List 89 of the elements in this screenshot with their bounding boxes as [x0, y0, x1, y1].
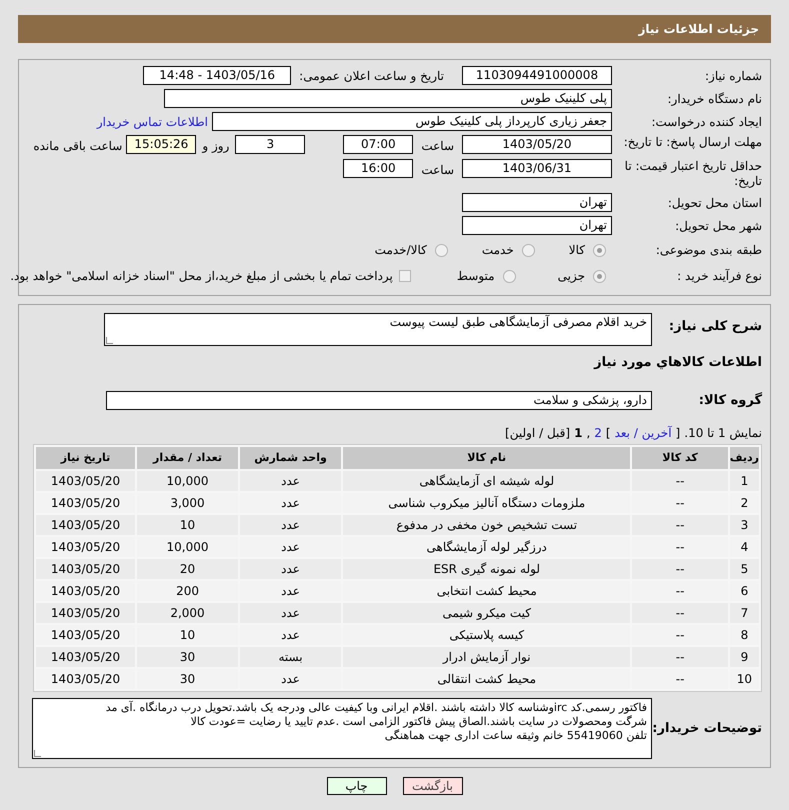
print-button[interactable]: چاپ [326, 777, 386, 795]
table-cell: 10,000 [137, 471, 238, 491]
table-cell: 1403/05/20 [36, 471, 136, 491]
radio-label: متوسط [456, 268, 495, 285]
column-header: تاریخ نیاز [36, 447, 136, 469]
notes-line: تلفن 55419060 خانم وثیقه ساعت اداری جهت هماهنگی [384, 729, 647, 743]
pagination-text: نمایش 1 تا 10. [684, 425, 762, 442]
section-title: اطلاعات کالاهاي مورد نياز [592, 354, 762, 372]
table-cell: 1 [730, 471, 759, 491]
notes-line: شرگت ومحصولات در سایت باشند.الصاق پیش فاکتور الزامی است .عدم تایید یا رضایت =عودت کالا [190, 715, 647, 729]
field-label: توضیحات خریدار: [652, 720, 762, 738]
field-label: حداقل تاریخ اعتبار قیمت: تا تاریخ: [624, 159, 762, 189]
pagination-text: ] [606, 425, 611, 442]
deadline-date-field[interactable]: 1403/05/20 [462, 135, 612, 154]
contact-link[interactable]: اطلاعات تماس خریدار [96, 112, 208, 130]
field-label: گروه کالا: [698, 391, 762, 410]
field-label: مهلت ارسال پاسخ: تا تاریخ: [622, 135, 762, 150]
notes-line: فاکتور رسمی.کد ircوشناسه کالا داشته باشند .اقلام ایرانی وبا کیفیت عالی ودرجه یک باشد.تحویل درب درمانگاه .آی مد [104, 701, 647, 715]
province-field[interactable]: تهران [462, 193, 612, 212]
field-label: ایجاد کننده درخواست: [650, 114, 762, 130]
page-link[interactable]: آخرین / بعد [614, 424, 672, 442]
field-label: نام دستگاه خریدار: [666, 90, 762, 108]
table-cell: لوله نمونه گیری ESR [343, 559, 630, 579]
field-label: شهر محل تحویل: [674, 218, 762, 234]
table-cell: 3 [730, 515, 759, 535]
radio-label: خدمت [482, 242, 514, 259]
deadline-time-field[interactable]: 07:00 [343, 135, 414, 154]
table-cell: -- [632, 559, 728, 579]
radio-label: جزیی [558, 268, 585, 285]
table-cell: 1403/05/20 [36, 647, 136, 667]
column-header: تعداد / مقدار [137, 447, 238, 469]
pagination-text: [قبل / اولین] [505, 425, 570, 442]
radio-label: کالا/خدمت [374, 242, 427, 259]
announce-date-field[interactable]: 1403/05/16 - 14:48 [143, 66, 292, 85]
column-header: واحد شمارش [240, 447, 342, 469]
table-cell: 1403/05/20 [36, 515, 136, 535]
checkbox-label: پرداخت تمام یا بخشی از مبلغ خرید،از محل "اسناد خزانه اسلامی" خواهد بود. [10, 268, 393, 285]
field-label: نوع فرآیند خرید : [676, 268, 762, 285]
table-cell: عدد [240, 515, 342, 535]
city-field[interactable]: تهران [462, 216, 612, 235]
table-cell: -- [632, 515, 728, 535]
validity-time-field[interactable]: 16:00 [343, 159, 414, 178]
table-cell: 1403/05/20 [36, 559, 136, 579]
summary-textarea[interactable]: خرید اقلام مصرفی آزمایشگاهی طبق لیست پیوست [104, 313, 652, 346]
remaining-time-field[interactable]: 15:05:26 [126, 135, 196, 154]
field-label: استان محل تحویل: [666, 194, 762, 212]
back-button[interactable]: بازگشت [402, 777, 462, 795]
creator-field[interactable]: جعفر زیاری کارپرداز پلی کلینیک طوس [212, 112, 612, 131]
column-header: کد کالا [632, 447, 728, 469]
field-label: طبقه بندی موضوعی: [654, 242, 762, 259]
table-cell: 20 [137, 559, 238, 579]
field-label: شرح کلی نیاز: [668, 318, 762, 336]
page-link[interactable]: 2 [594, 424, 602, 442]
table-cell: کیت میکرو شیمی [343, 603, 630, 623]
table-cell: تست تشخیص خون مخفی در مدفوع [343, 515, 630, 535]
table-cell: عدد [240, 559, 342, 579]
column-header: ردیف [730, 447, 759, 469]
buyer-field[interactable]: پلی کلینیک طوس [164, 89, 612, 108]
column-header: نام کالا [343, 447, 630, 469]
table-cell: نوار آزمایش ادرار [343, 647, 630, 667]
current-page: 1 [574, 425, 582, 442]
days-field[interactable]: 3 [235, 135, 306, 154]
field-label: شماره نیاز: [704, 68, 762, 84]
goods-group-field[interactable]: دارو، پزشکی و سلامت [106, 390, 652, 410]
table-cell: 2,000 [137, 603, 238, 623]
pagination-text: [ [676, 425, 680, 442]
field-label: ساعت [421, 162, 454, 179]
field-label: ساعت باقی مانده [33, 138, 122, 155]
table-cell: 7 [730, 603, 759, 623]
table-cell: -- [632, 471, 728, 491]
field-label: روز و [202, 138, 230, 155]
title-bar: جزئیات اطلاعات نیاز [18, 15, 771, 43]
validity-date-field[interactable]: 1403/06/31 [462, 159, 612, 178]
table-cell: لوله شیشه ای آزمایشگاهی [343, 471, 630, 491]
table-cell: عدد [240, 603, 342, 623]
table-cell: عدد [240, 471, 342, 491]
field-label: ساعت [421, 138, 454, 155]
table-cell: -- [632, 603, 728, 623]
radio-label: کالا [568, 242, 585, 259]
table-cell: -- [632, 647, 728, 667]
table-cell: 10 [137, 515, 238, 535]
table-cell: 30 [137, 647, 238, 667]
pagination-text: , [586, 425, 590, 442]
table-cell: 1403/05/20 [36, 603, 136, 623]
field-label: تاریخ و ساعت اعلان عمومی: [299, 68, 444, 84]
table-cell: 9 [730, 647, 759, 667]
table-cell: بسته [240, 647, 342, 667]
table-cell: 5 [730, 559, 759, 579]
need-number-field[interactable]: 1103094491000008 [462, 66, 612, 85]
